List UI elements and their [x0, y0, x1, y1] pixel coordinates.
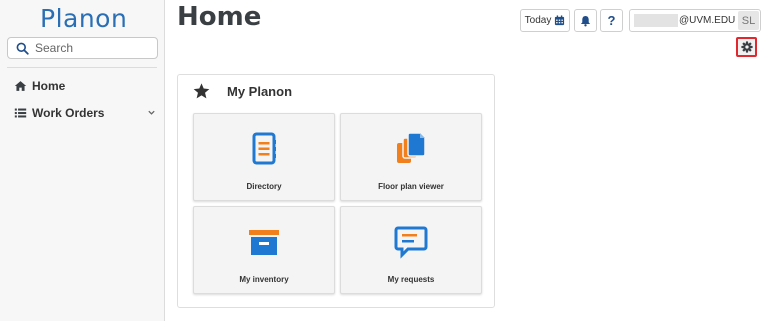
tile-floor-plan-viewer[interactable]: Floor plan viewer [340, 113, 482, 201]
help-button[interactable]: ? [600, 9, 623, 32]
star-icon[interactable] [193, 83, 210, 99]
my-planon-panel: My Planon Directory Floor plan viewer My… [177, 74, 495, 308]
panel-title: My Planon [227, 83, 293, 99]
user-email: @UVM.EDU [679, 15, 736, 26]
sidebar-item-home[interactable]: Home [14, 79, 65, 93]
today-label: Today [524, 15, 552, 26]
planon-logo[interactable]: Planon [40, 4, 127, 33]
page-title: Home [177, 2, 262, 32]
tile-label: My requests [387, 275, 435, 284]
floor-plan-icon [397, 132, 426, 163]
user-menu[interactable]: @UVM.EDU SL [629, 9, 761, 32]
gear-icon [740, 41, 753, 53]
search-icon [16, 42, 29, 55]
sidebar-item-label: Home [32, 79, 66, 93]
search-box[interactable] [7, 37, 158, 59]
calendar-icon [555, 15, 565, 26]
inventory-box-icon [249, 230, 279, 255]
requests-chat-icon [394, 226, 428, 259]
notifications-button[interactable] [574, 9, 597, 32]
help-label: ? [607, 13, 616, 28]
chevron-down-icon[interactable] [147, 108, 156, 117]
tile-my-inventory[interactable]: My inventory [193, 206, 335, 294]
search-input[interactable] [35, 41, 145, 55]
redacted-username [634, 14, 678, 27]
home-icon [14, 81, 27, 91]
list-icon [14, 108, 27, 118]
avatar[interactable]: SL [738, 11, 759, 30]
panel-header: My Planon [193, 83, 292, 99]
settings-button[interactable] [736, 37, 757, 57]
tile-label: My inventory [239, 275, 289, 284]
bell-icon [580, 15, 591, 26]
directory-icon [252, 132, 276, 165]
today-button[interactable]: Today [520, 9, 570, 32]
sidebar: Planon Home Work Orders [0, 0, 165, 321]
sidebar-divider [7, 67, 157, 68]
tile-directory[interactable]: Directory [193, 113, 335, 201]
tile-label: Floor plan viewer [378, 182, 444, 191]
tile-my-requests[interactable]: My requests [340, 206, 482, 294]
tile-label: Directory [246, 182, 282, 191]
sidebar-item-work-orders[interactable]: Work Orders [14, 106, 156, 120]
sidebar-item-label: Work Orders [32, 106, 105, 120]
